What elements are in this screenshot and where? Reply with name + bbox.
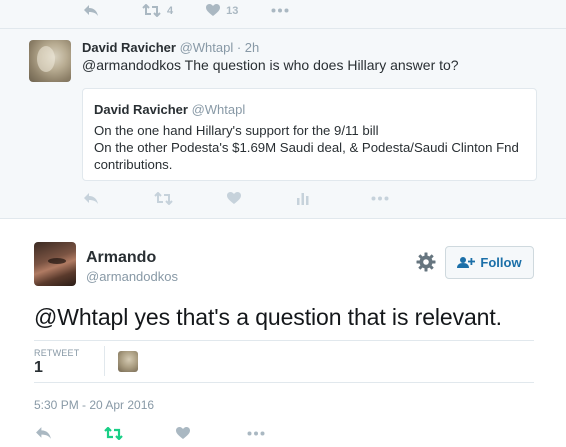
- retweet-icon: [104, 426, 123, 440]
- retweet-stat-count[interactable]: 1: [34, 359, 43, 377]
- retweet-icon: [154, 192, 173, 205]
- more-dots-icon: [247, 431, 265, 435]
- quoted-author-handle: @Whtapl: [191, 102, 246, 117]
- reply-button[interactable]: [83, 192, 99, 205]
- quoted-text-line: contributions.: [94, 157, 173, 172]
- previous-tweet-actions: 4 13: [83, 4, 289, 17]
- like-button[interactable]: [176, 426, 190, 440]
- reply-icon: [84, 193, 98, 204]
- divider: [104, 346, 105, 376]
- retweet-stat-label: RETWEET: [34, 348, 80, 358]
- tweet-time[interactable]: · 2h: [237, 40, 259, 55]
- settings-button[interactable]: [416, 252, 436, 272]
- avatar[interactable]: [34, 242, 76, 286]
- retweet-icon: [142, 4, 161, 17]
- tweet-text: @Whtapl yes that's a question that is re…: [34, 304, 502, 330]
- analytics-icon: [297, 193, 309, 205]
- divider: [0, 218, 566, 219]
- author-handle[interactable]: @Whtapl: [180, 40, 234, 55]
- more-button[interactable]: [371, 196, 389, 201]
- quoted-tweet-card[interactable]: David Ravicher @Whtapl On the one hand H…: [82, 88, 537, 181]
- tweet-header: David Ravicher @Whtapl · 2h: [82, 40, 259, 55]
- retweet-count: 4: [167, 4, 174, 17]
- tweet-text: @armandodkos The question is who does Hi…: [82, 57, 459, 73]
- like-button[interactable]: [227, 192, 241, 205]
- reply-button[interactable]: [35, 426, 52, 440]
- add-user-icon: [457, 257, 476, 268]
- retweet-button[interactable]: 4: [142, 4, 173, 17]
- more-button[interactable]: [247, 431, 265, 436]
- reply-icon: [36, 427, 51, 439]
- quoted-text-line: On the other Podesta's $1.69M Saudi deal…: [94, 140, 519, 155]
- quoted-author-name: David Ravicher: [94, 102, 188, 117]
- retweet-button[interactable]: [104, 426, 123, 440]
- divider: [0, 28, 566, 29]
- quoted-tweet-header: David Ravicher @Whtapl: [94, 102, 245, 117]
- like-button[interactable]: 13: [206, 4, 238, 17]
- author-name[interactable]: Armando: [86, 249, 156, 267]
- divider: [34, 340, 534, 341]
- more-dots-icon: [371, 196, 389, 201]
- heart-icon: [176, 426, 190, 439]
- tweet-timestamp[interactable]: 5:30 PM - 20 Apr 2016: [34, 398, 154, 412]
- main-tweet-actions: [35, 426, 265, 440]
- quoted-text-line: On the one hand Hillary's support for th…: [94, 123, 379, 138]
- retweeter-avatar[interactable]: [118, 351, 138, 372]
- author-name[interactable]: David Ravicher: [82, 40, 176, 55]
- divider: [34, 382, 534, 383]
- gear-icon: [416, 252, 436, 272]
- heart-icon: [227, 192, 241, 204]
- reply-tweet-actions: [83, 192, 389, 205]
- author-handle[interactable]: @armandodkos: [86, 269, 178, 284]
- follow-button[interactable]: Follow: [445, 246, 534, 279]
- more-button[interactable]: [271, 8, 289, 13]
- reply-icon: [84, 5, 98, 16]
- avatar[interactable]: [29, 40, 71, 82]
- analytics-button[interactable]: [297, 192, 309, 205]
- retweet-button[interactable]: [154, 192, 173, 205]
- heart-icon: [206, 4, 221, 16]
- more-dots-icon: [271, 8, 289, 13]
- like-count: 13: [226, 4, 239, 17]
- reply-button[interactable]: [83, 4, 99, 17]
- follow-label: Follow: [480, 255, 522, 270]
